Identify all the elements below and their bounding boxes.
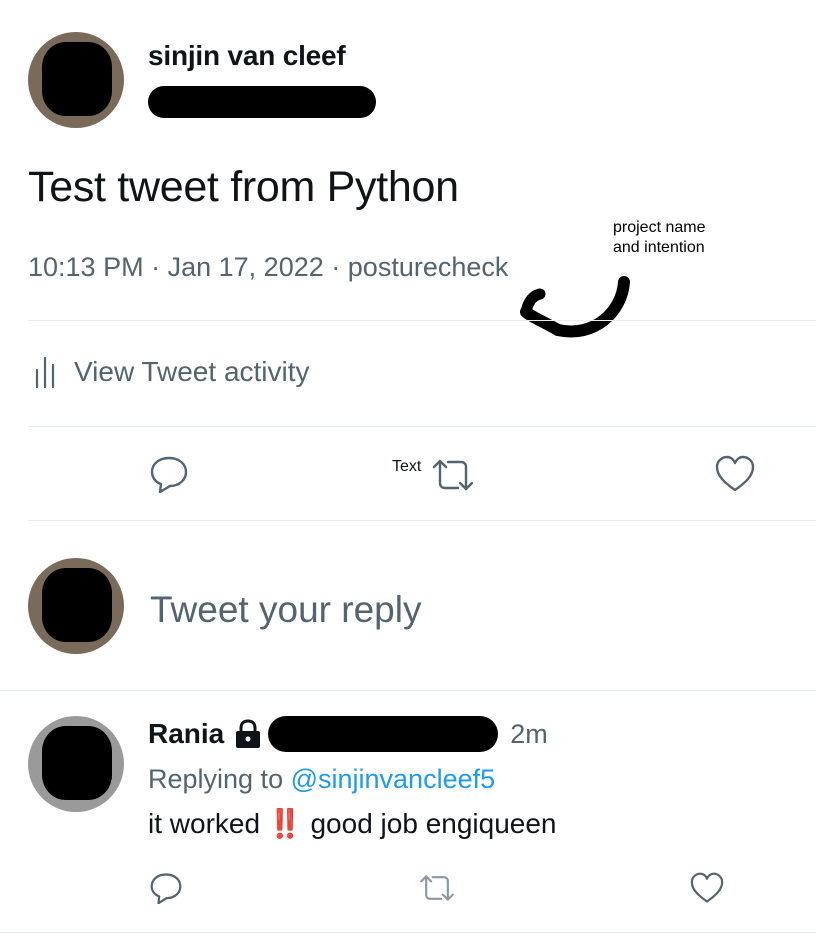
- annotation-line: and intention: [613, 239, 705, 256]
- reply-mention-link[interactable]: @sinjinvancleef5: [291, 764, 496, 794]
- author-name[interactable]: sinjin van cleef: [148, 40, 346, 72]
- divider: [28, 426, 816, 427]
- reply-icon[interactable]: [149, 872, 183, 904]
- composer-avatar[interactable]: [28, 558, 124, 654]
- lock-icon: [232, 718, 264, 750]
- meta-separator: ·: [151, 252, 161, 282]
- replying-to-label: Replying to: [148, 764, 284, 794]
- annotation-arrow-icon: [514, 272, 636, 350]
- tweet-date[interactable]: Jan 17, 2022: [168, 252, 324, 282]
- like-icon[interactable]: [715, 455, 755, 493]
- reply-text: it worked ‼️ good job engiqueen: [148, 807, 557, 840]
- text-label: Text: [392, 458, 422, 475]
- tweet-meta: 10:13 PM · Jan 17, 2022 · posturecheck: [28, 252, 508, 283]
- author-avatar[interactable]: [28, 32, 124, 128]
- tweet-text: Test tweet from Python: [28, 163, 459, 211]
- reply-header: Rania 2m: [148, 716, 548, 752]
- author-handle-redacted: [148, 86, 376, 118]
- view-activity-label: View Tweet activity: [74, 356, 310, 387]
- annotation-note: project name and intention: [613, 218, 706, 258]
- view-activity-link[interactable]: View Tweet activity: [34, 356, 310, 388]
- reply-handle-redacted: [268, 716, 499, 752]
- reply-text-end: good job engiqueen: [310, 808, 557, 839]
- double-exclamation-icon: ‼️: [267, 808, 303, 839]
- divider: [28, 520, 816, 521]
- divider: [0, 690, 816, 691]
- meta-separator: ·: [331, 252, 341, 282]
- tweet-source[interactable]: posturecheck: [348, 252, 509, 282]
- bar-chart-icon: [34, 356, 56, 388]
- reply-icon[interactable]: [149, 455, 189, 493]
- replying-to: Replying to @sinjinvancleef5: [148, 764, 495, 795]
- reply-text-start: it worked: [148, 808, 261, 839]
- like-icon[interactable]: [690, 872, 724, 904]
- retweet-icon[interactable]: [430, 457, 476, 493]
- divider: [0, 932, 816, 933]
- divider: [28, 320, 816, 321]
- reply-author-name[interactable]: Rania: [148, 718, 224, 750]
- annotation-line: project name: [613, 219, 706, 236]
- reply-time[interactable]: 2m: [510, 719, 548, 750]
- reply-input[interactable]: Tweet your reply: [150, 589, 421, 631]
- reply-author-avatar[interactable]: [28, 716, 124, 812]
- retweet-icon[interactable]: [417, 873, 457, 903]
- tweet-time[interactable]: 10:13 PM: [28, 252, 144, 282]
